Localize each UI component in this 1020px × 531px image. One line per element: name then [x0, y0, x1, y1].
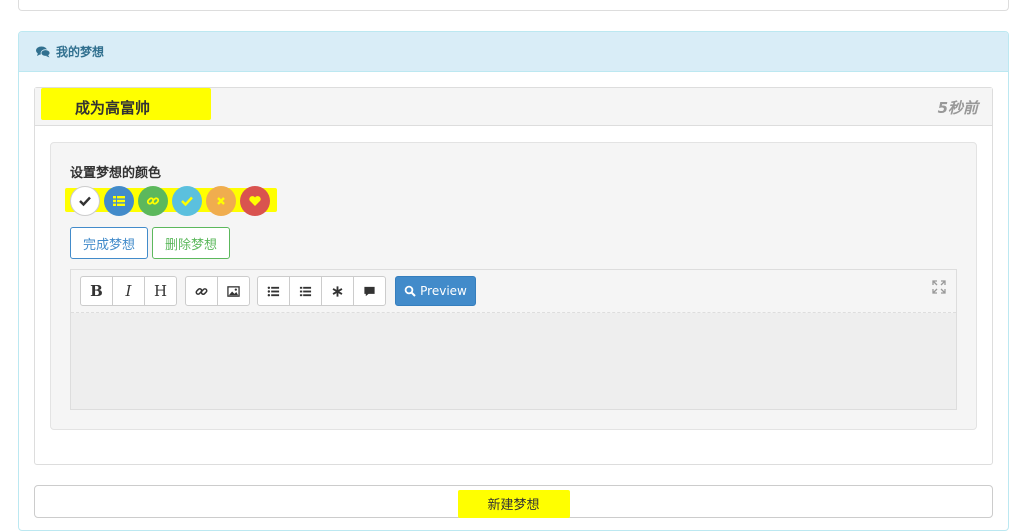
color-setting-label: 设置梦想的颜色	[70, 166, 162, 181]
complete-dream-button[interactable]: 完成梦想	[70, 227, 149, 259]
color-white-button[interactable]	[70, 186, 100, 216]
list-icon	[113, 196, 125, 206]
comment-icon	[364, 286, 375, 296]
link-icon	[195, 287, 208, 295]
dream-header: 成为高富帅 5秒前	[35, 88, 992, 126]
close-icon	[217, 197, 225, 205]
dream-timestamp: 5秒前	[937, 99, 978, 117]
italic-button[interactable]: I	[112, 276, 145, 306]
insert-group	[185, 276, 250, 306]
editor-textarea[interactable]	[71, 313, 956, 409]
link-icon	[146, 197, 160, 205]
bold-button[interactable]: B	[80, 276, 113, 306]
heart-icon	[249, 196, 261, 206]
format-group: B I H	[80, 276, 177, 306]
color-green-button[interactable]	[138, 186, 168, 216]
image-button[interactable]	[217, 276, 250, 306]
list-icon	[267, 286, 280, 296]
dream-card: 成为高富帅 5秒前 设置梦想的颜色 完成梦想 删除梦想 B I H Previe…	[34, 87, 993, 465]
color-orange-button[interactable]	[206, 186, 236, 216]
dream-settings: 设置梦想的颜色 完成梦想 删除梦想 B I H Preview	[50, 142, 977, 430]
ordered-list-button[interactable]	[289, 276, 322, 306]
delete-dream-button[interactable]: 删除梦想	[152, 227, 231, 259]
fullscreen-icon[interactable]	[931, 279, 947, 295]
list-group	[257, 276, 386, 306]
panel-heading: 我的梦想	[19, 32, 1008, 72]
comments-icon	[36, 46, 50, 57]
new-dream-label: 新建梦想	[487, 498, 540, 513]
dream-title[interactable]: 成为高富帅	[75, 97, 150, 118]
previous-panel	[18, 0, 1009, 11]
heading-button[interactable]: H	[144, 276, 177, 306]
preview-button[interactable]: Preview	[395, 276, 476, 306]
code-button[interactable]	[321, 276, 354, 306]
dream-actions: 完成梦想 删除梦想	[70, 227, 231, 259]
color-picker	[70, 186, 270, 216]
numbered-list-icon	[299, 286, 312, 296]
asterisk-icon	[332, 285, 343, 297]
preview-label: Preview	[420, 284, 467, 298]
new-dream-button[interactable]: 新建梦想	[34, 485, 993, 518]
color-red-button[interactable]	[240, 186, 270, 216]
color-cyan-button[interactable]	[172, 186, 202, 216]
link-button[interactable]	[185, 276, 218, 306]
search-icon	[404, 285, 416, 297]
quote-button[interactable]	[353, 276, 386, 306]
markdown-editor: B I H Preview	[70, 269, 957, 410]
unordered-list-button[interactable]	[257, 276, 290, 306]
editor-toolbar: B I H Preview	[71, 270, 956, 313]
dreams-panel: 我的梦想 成为高富帅 5秒前 设置梦想的颜色 完成梦想 删除梦想 B I H P…	[18, 31, 1009, 531]
image-icon	[227, 285, 240, 297]
check-icon	[181, 196, 193, 207]
color-blue-button[interactable]	[104, 186, 134, 216]
check-icon	[79, 196, 91, 207]
panel-title: 我的梦想	[56, 45, 105, 59]
